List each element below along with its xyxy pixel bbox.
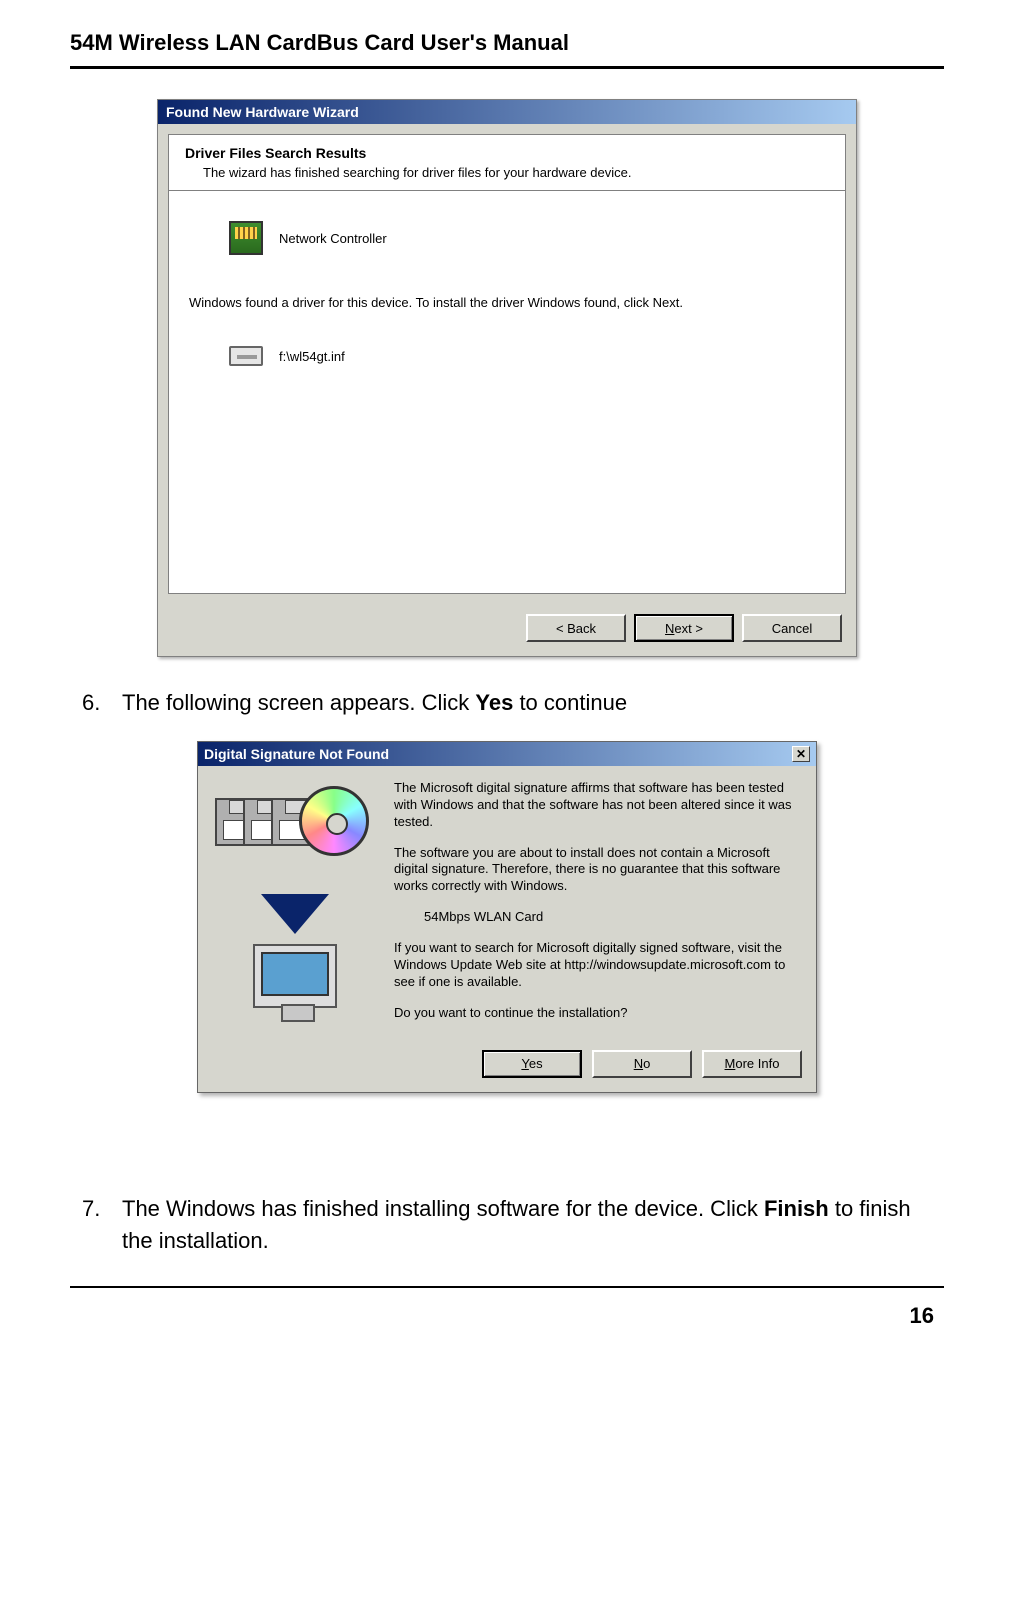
- media-graphic: [215, 780, 375, 890]
- inf-path: f:\wl54gt.inf: [279, 349, 345, 364]
- signature-question: Do you want to continue the installation…: [394, 1005, 804, 1022]
- step-7-prefix: The Windows has finished installing soft…: [122, 1196, 764, 1221]
- header-divider: [70, 66, 944, 69]
- step-7-bold: Finish: [764, 1196, 829, 1221]
- step-6-bold: Yes: [475, 690, 513, 715]
- wizard-heading: Driver Files Search Results: [185, 145, 829, 161]
- yes-button[interactable]: Yes: [482, 1050, 582, 1078]
- next-button[interactable]: Next >: [634, 614, 734, 642]
- inf-file-icon: [229, 346, 263, 366]
- signature-graphic-panel: [210, 780, 380, 1036]
- cancel-button[interactable]: Cancel: [742, 614, 842, 642]
- close-icon[interactable]: ✕: [792, 746, 810, 762]
- network-controller-icon: [229, 221, 263, 255]
- cd-icon: [299, 786, 369, 856]
- signature-title: Digital Signature Not Found: [204, 746, 389, 762]
- wizard-dialog: Found New Hardware Wizard Driver Files S…: [157, 99, 857, 657]
- signature-message-panel: The Microsoft digital signature affirms …: [394, 780, 804, 1036]
- wizard-info-text: Windows found a driver for this device. …: [189, 295, 825, 310]
- signature-titlebar: Digital Signature Not Found ✕: [198, 742, 816, 766]
- step-6-number: 6.: [82, 687, 110, 719]
- page-number: 16: [70, 1303, 944, 1329]
- step-7-text: The Windows has finished installing soft…: [122, 1193, 944, 1257]
- signature-para-2: The software you are about to install do…: [394, 845, 804, 896]
- back-button[interactable]: < Back: [526, 614, 626, 642]
- computer-icon: [245, 944, 345, 1034]
- signature-dialog: Digital Signature Not Found ✕: [197, 741, 817, 1093]
- step-6-text: The following screen appears. Click Yes …: [122, 687, 627, 719]
- arrow-down-icon: [261, 894, 329, 934]
- step-6-prefix: The following screen appears. Click: [122, 690, 475, 715]
- step-6: 6. The following screen appears. Click Y…: [82, 687, 944, 719]
- page-header-title: 54M Wireless LAN CardBus Card User's Man…: [70, 30, 944, 66]
- signature-para-1: The Microsoft digital signature affirms …: [394, 780, 804, 831]
- more-info-label: More Info: [725, 1056, 780, 1071]
- step-6-suffix: to continue: [513, 690, 627, 715]
- signature-para-3: If you want to search for Microsoft digi…: [394, 940, 804, 991]
- more-info-button[interactable]: More Info: [702, 1050, 802, 1078]
- wizard-subheading: The wizard has finished searching for dr…: [185, 165, 829, 180]
- footer-divider: [70, 1286, 944, 1288]
- no-label: No: [634, 1056, 651, 1071]
- next-label: Next >: [665, 621, 703, 636]
- wizard-titlebar: Found New Hardware Wizard: [158, 100, 856, 124]
- yes-label: Yes: [521, 1056, 542, 1071]
- step-7-number: 7.: [82, 1193, 110, 1257]
- no-button[interactable]: No: [592, 1050, 692, 1078]
- device-label: Network Controller: [279, 231, 387, 246]
- signature-product: 54Mbps WLAN Card: [394, 909, 804, 926]
- step-7: 7. The Windows has finished installing s…: [82, 1193, 944, 1257]
- wizard-body: Driver Files Search Results The wizard h…: [168, 134, 846, 594]
